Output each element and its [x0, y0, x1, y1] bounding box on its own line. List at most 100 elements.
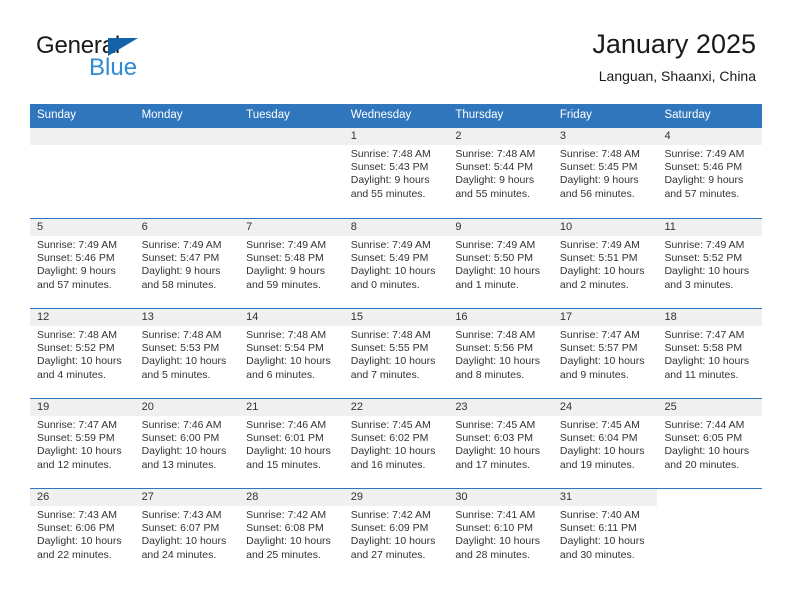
sunrise-text: Sunrise: 7:48 AM: [350, 148, 431, 160]
sunset-text: Sunset: 6:01 PM: [246, 432, 324, 445]
day-cell-10[interactable]: 10 Sunrise: 7:49 AM Sunset: 5:51 PM Dayligh…: [552, 219, 658, 308]
day-cell-11[interactable]: 11 Sunrise: 7:49 AM Sunset: 5:52 PM Dayligh…: [657, 219, 763, 308]
day-cell-4[interactable]: 4 Sunrise: 7:49 AM Sunset: 5:46 PM Daylight…: [657, 128, 763, 218]
day-sun-info: Sunrise: 7:48 AM Sunset: 5:53 PM Daylight:…: [135, 326, 240, 382]
day-cell-empty: [134, 128, 240, 218]
day-number: 8: [343, 219, 449, 236]
day-cell-1[interactable]: 1 Sunrise: 7:48 AM Sunset: 5:43 PM Daylight…: [343, 128, 449, 218]
sunrise-text: Sunrise: 7:49 AM: [350, 239, 431, 251]
calendar-page: General Blue January 2025 Languan, Shaan…: [0, 0, 792, 612]
day-number: 16: [448, 309, 553, 326]
day-cell-30[interactable]: 30 Sunrise: 7:41 AM Sunset: 6:10 PM Dayligh…: [448, 489, 553, 578]
sunset-text: Sunset: 6:05 PM: [664, 432, 743, 445]
day-cell-6[interactable]: 6 Sunrise: 7:49 AM Sunset: 5:47 PM Daylight…: [134, 219, 240, 308]
weekday-header-friday: Friday: [559, 109, 592, 121]
day-cell-31[interactable]: 31 Sunrise: 7:40 AM Sunset: 6:11 PM Dayligh…: [552, 489, 658, 578]
daylight-text: Daylight: 9 hours and 55 minutes.: [350, 174, 430, 200]
sunset-text: Sunset: 6:11 PM: [559, 522, 637, 535]
day-number: 21: [239, 399, 344, 416]
day-cell-22[interactable]: 22 Sunrise: 7:45 AM Sunset: 6:02 PM Dayligh…: [343, 399, 449, 488]
page-header: General Blue January 2025 Languan, Shaan…: [0, 0, 792, 100]
weekday-header-row: Sunday Monday Tuesday Wednesday Thursday Frid…: [30, 104, 762, 128]
sunrise-text: Sunrise: 7:40 AM: [559, 509, 640, 521]
day-cell-27[interactable]: 27 Sunrise: 7:43 AM Sunset: 6:07 PM Dayligh…: [134, 489, 240, 578]
sunrise-text: Sunrise: 7:41 AM: [455, 509, 536, 521]
day-number: 12: [30, 309, 135, 326]
daylight-text: Daylight: 10 hours and 20 minutes.: [664, 445, 750, 471]
sunset-text: Sunset: 5:46 PM: [37, 252, 115, 265]
weekday-header-wednesday: Wednesday: [350, 109, 412, 121]
day-cell-25[interactable]: 25 Sunrise: 7:44 AM Sunset: 6:05 PM Dayligh…: [657, 399, 763, 488]
day-cell-8[interactable]: 8 Sunrise: 7:49 AM Sunset: 5:49 PM Daylight…: [343, 219, 449, 308]
day-number: 27: [134, 489, 240, 506]
day-cell-29[interactable]: 29 Sunrise: 7:42 AM Sunset: 6:09 PM Dayligh…: [343, 489, 449, 578]
daylight-text: Daylight: 10 hours and 24 minutes.: [141, 535, 227, 561]
sunrise-text: Sunrise: 7:49 AM: [246, 239, 327, 251]
day-sun-info: Sunrise: 7:45 AM Sunset: 6:03 PM Daylight:…: [448, 416, 553, 472]
day-cell-9[interactable]: 9 Sunrise: 7:49 AM Sunset: 5:50 PM Daylight…: [448, 219, 553, 308]
sunrise-text: Sunrise: 7:48 AM: [455, 329, 536, 341]
day-cell-17[interactable]: 17 Sunrise: 7:47 AM Sunset: 5:57 PM Dayligh…: [552, 309, 658, 398]
sunset-text: Sunset: 6:00 PM: [141, 432, 220, 445]
day-cell-28[interactable]: 28 Sunrise: 7:42 AM Sunset: 6:08 PM Dayligh…: [239, 489, 344, 578]
general-blue-logo[interactable]: General Blue: [36, 34, 276, 90]
day-number: 24: [552, 399, 658, 416]
day-cell-12[interactable]: 12 Sunrise: 7:48 AM Sunset: 5:52 PM Dayligh…: [30, 309, 135, 398]
sunrise-text: Sunrise: 7:49 AM: [455, 239, 536, 251]
day-cell-5[interactable]: 5 Sunrise: 7:49 AM Sunset: 5:46 PM Daylight…: [30, 219, 135, 308]
day-number: 30: [448, 489, 553, 506]
sunset-text: Sunset: 6:08 PM: [246, 522, 324, 535]
calendar-week-row: 26 Sunrise: 7:43 AM Sunset: 6:06 PM Dayligh…: [30, 488, 763, 578]
day-number: 1: [343, 128, 449, 145]
day-cell-16[interactable]: 16 Sunrise: 7:48 AM Sunset: 5:56 PM Dayligh…: [448, 309, 553, 398]
sunset-text: Sunset: 5:49 PM: [350, 252, 429, 265]
day-cell-21[interactable]: 21 Sunrise: 7:46 AM Sunset: 6:01 PM Dayligh…: [239, 399, 344, 488]
daylight-text: Daylight: 10 hours and 8 minutes.: [455, 355, 540, 381]
daylight-text: Daylight: 10 hours and 22 minutes.: [37, 535, 122, 561]
day-cell-19[interactable]: 19 Sunrise: 7:47 AM Sunset: 5:59 PM Dayligh…: [30, 399, 135, 488]
daylight-text: Daylight: 10 hours and 13 minutes.: [141, 445, 227, 471]
day-cell-13[interactable]: 13 Sunrise: 7:48 AM Sunset: 5:53 PM Dayligh…: [134, 309, 240, 398]
day-cell-24[interactable]: 24 Sunrise: 7:45 AM Sunset: 6:04 PM Dayligh…: [552, 399, 658, 488]
day-cell-26[interactable]: 26 Sunrise: 7:43 AM Sunset: 6:06 PM Dayligh…: [30, 489, 135, 578]
day-cell-23[interactable]: 23 Sunrise: 7:45 AM Sunset: 6:03 PM Dayligh…: [448, 399, 553, 488]
day-cell-7[interactable]: 7 Sunrise: 7:49 AM Sunset: 5:48 PM Daylight…: [239, 219, 344, 308]
day-sun-info: Sunrise: 7:48 AM Sunset: 5:43 PM Daylight:…: [344, 145, 449, 201]
sunrise-text: Sunrise: 7:48 AM: [37, 329, 117, 341]
sunrise-text: Sunrise: 7:44 AM: [664, 419, 745, 431]
daylight-text: Daylight: 10 hours and 19 minutes.: [559, 445, 645, 471]
sunset-text: Sunset: 5:57 PM: [559, 342, 638, 355]
day-sun-info: Sunrise: 7:42 AM Sunset: 6:08 PM Daylight:…: [239, 506, 344, 562]
day-cell-20[interactable]: 20 Sunrise: 7:46 AM Sunset: 6:00 PM Dayligh…: [134, 399, 240, 488]
day-sun-info: Sunrise: 7:47 AM Sunset: 5:59 PM Daylight:…: [30, 416, 135, 472]
sunrise-text: Sunrise: 7:49 AM: [559, 239, 640, 251]
sunset-text: Sunset: 5:52 PM: [664, 252, 743, 265]
sunset-text: Sunset: 6:09 PM: [350, 522, 429, 535]
day-sun-info: Sunrise: 7:49 AM Sunset: 5:47 PM Daylight:…: [135, 236, 240, 292]
day-sun-info: Sunrise: 7:42 AM Sunset: 6:09 PM Daylight:…: [344, 506, 449, 562]
sunset-text: Sunset: 6:02 PM: [350, 432, 429, 445]
day-cell-15[interactable]: 15 Sunrise: 7:48 AM Sunset: 5:55 PM Dayligh…: [343, 309, 449, 398]
daylight-text: Daylight: 10 hours and 9 minutes.: [559, 355, 645, 381]
sunrise-text: Sunrise: 7:48 AM: [350, 329, 431, 341]
calendar-week-row: 12 Sunrise: 7:48 AM Sunset: 5:52 PM Dayligh…: [30, 308, 763, 398]
sunrise-text: Sunrise: 7:42 AM: [246, 509, 327, 521]
day-cell-2[interactable]: 2 Sunrise: 7:48 AM Sunset: 5:44 PM Daylight…: [448, 128, 553, 218]
day-number: 23: [448, 399, 553, 416]
day-number: [134, 128, 240, 145]
daylight-text: Daylight: 10 hours and 16 minutes.: [350, 445, 436, 471]
day-cell-3[interactable]: 3 Sunrise: 7:48 AM Sunset: 5:45 PM Daylight…: [552, 128, 658, 218]
day-sun-info: Sunrise: 7:48 AM Sunset: 5:44 PM Daylight:…: [448, 145, 553, 201]
day-cell-18[interactable]: 18 Sunrise: 7:47 AM Sunset: 5:58 PM Dayligh…: [657, 309, 763, 398]
calendar-week-row: 1 Sunrise: 7:48 AM Sunset: 5:43 PM Daylight…: [30, 128, 763, 218]
day-sun-info: Sunrise: 7:49 AM Sunset: 5:49 PM Daylight:…: [344, 236, 449, 292]
sunset-text: Sunset: 5:47 PM: [141, 252, 220, 265]
daylight-text: Daylight: 9 hours and 56 minutes.: [559, 174, 639, 200]
day-number: 5: [30, 219, 135, 236]
sunset-text: Sunset: 5:50 PM: [455, 252, 533, 265]
daylight-text: Daylight: 9 hours and 55 minutes.: [455, 174, 535, 200]
sunrise-text: Sunrise: 7:49 AM: [664, 148, 745, 160]
daylight-text: Daylight: 10 hours and 3 minutes.: [664, 265, 750, 291]
day-cell-14[interactable]: 14 Sunrise: 7:48 AM Sunset: 5:54 PM Dayligh…: [239, 309, 344, 398]
day-number: 4: [657, 128, 763, 145]
